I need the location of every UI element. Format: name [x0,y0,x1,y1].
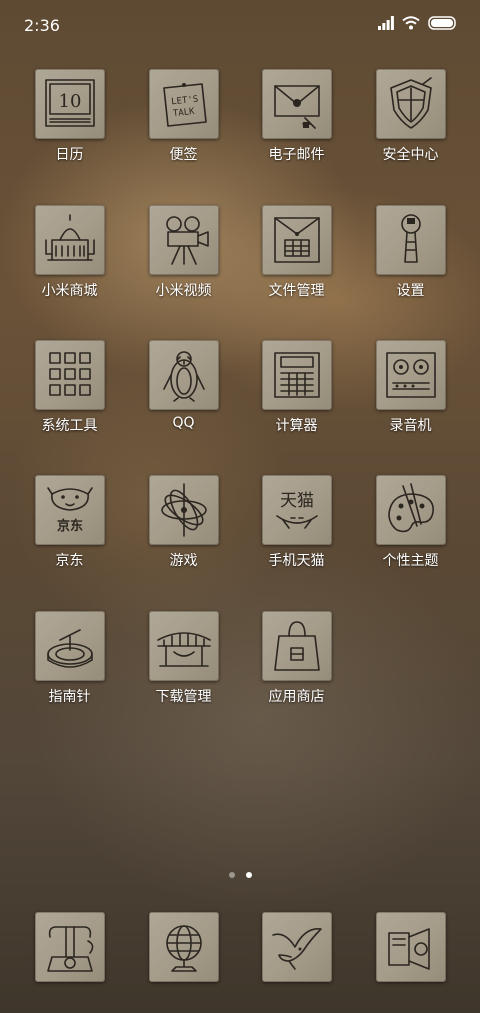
camera-icon [375,912,446,982]
telephone-icon [34,912,105,982]
app-label: 计算器 [275,418,318,434]
app-label: 录音机 [389,418,432,434]
app-label: 小米商城 [41,283,98,299]
app-security[interactable]: 安全中心 [354,69,467,199]
wifi-icon [402,16,420,30]
dock [0,912,480,986]
svg-text:LET'S: LET'S [170,95,198,108]
gyroscope-icon [148,475,219,545]
app-recorder[interactable]: 录音机 [354,340,467,470]
svg-text:京东: 京东 [56,518,82,534]
page-dot[interactable] [228,872,235,878]
app-label: 文件管理 [268,283,325,299]
svg-text:TALK: TALK [172,107,195,119]
app-system-tools[interactable]: 系统工具 [13,340,126,470]
download-bridge-icon [148,611,219,681]
app-file-manager[interactable]: 文件管理 [240,205,353,335]
app-email[interactable]: 电子邮件 [240,69,353,199]
calendar-icon: 10 [34,69,105,139]
dock-phone[interactable] [13,912,126,986]
shopping-bag-icon [261,611,332,681]
app-mi-video[interactable]: 小米视频 [127,205,240,335]
app-jd[interactable]: 京东 京东 [13,475,126,605]
app-label: 日历 [55,147,84,163]
status-icons [378,16,458,30]
globe-icon [148,912,219,982]
recorder-icon [375,340,446,410]
page-indicator[interactable] [0,872,480,878]
wrench-icon [375,205,446,275]
dock-messages[interactable] [240,912,353,986]
app-games[interactable]: 游戏 [127,475,240,605]
compass-icon [34,611,105,681]
app-label: 安全中心 [382,147,439,163]
bird-icon [261,912,332,982]
battery-icon [428,16,456,30]
page-dot-active[interactable] [245,872,252,878]
app-label: 电子邮件 [268,147,325,163]
app-mi-store[interactable]: 小米商城 [13,205,126,335]
app-label: 应用商店 [268,689,325,705]
app-label: QQ [172,415,195,431]
svg-text:10: 10 [58,91,81,112]
app-tmall[interactable]: 天猫 手机天猫 [240,475,353,605]
app-label: 设置 [396,283,425,299]
dock-camera[interactable] [354,912,467,986]
svg-text:天猫: 天猫 [280,491,314,511]
dock-browser[interactable] [127,912,240,986]
status-time: 2:36 [24,16,60,35]
app-label: 个性主题 [382,553,439,569]
mail-icon [261,69,332,139]
app-settings[interactable]: 设置 [354,205,467,335]
notes-icon: LET'S TALK [148,69,219,139]
app-label: 便签 [169,147,198,163]
status-bar: 2:36 [0,0,480,52]
shield-icon [375,69,446,139]
jd-dog-icon: 京东 [34,475,105,545]
app-label: 手机天猫 [268,553,325,569]
app-calculator[interactable]: 计算器 [240,340,353,470]
app-label: 系统工具 [41,418,98,434]
tools-grid-icon [34,340,105,410]
app-downloads[interactable]: 下载管理 [127,611,240,741]
penguin-icon [148,340,219,410]
video-camera-icon [148,205,219,275]
app-app-store[interactable]: 应用商店 [240,611,353,741]
store-building-icon [34,205,105,275]
calculator-icon [261,340,332,410]
file-box-icon [261,205,332,275]
app-compass[interactable]: 指南针 [13,611,126,741]
app-label: 指南针 [48,689,91,705]
app-calendar[interactable]: 10 日历 [13,69,126,199]
app-label: 小米视频 [155,283,212,299]
app-label: 下载管理 [155,689,212,705]
palette-icon [375,475,446,545]
app-label: 游戏 [169,553,198,569]
tmall-icon: 天猫 [261,475,332,545]
app-themes[interactable]: 个性主题 [354,475,467,605]
app-notes[interactable]: LET'S TALK 便签 [127,69,240,199]
signal-icon [378,16,394,30]
app-qq[interactable]: QQ [127,340,240,470]
app-label: 京东 [55,553,84,569]
